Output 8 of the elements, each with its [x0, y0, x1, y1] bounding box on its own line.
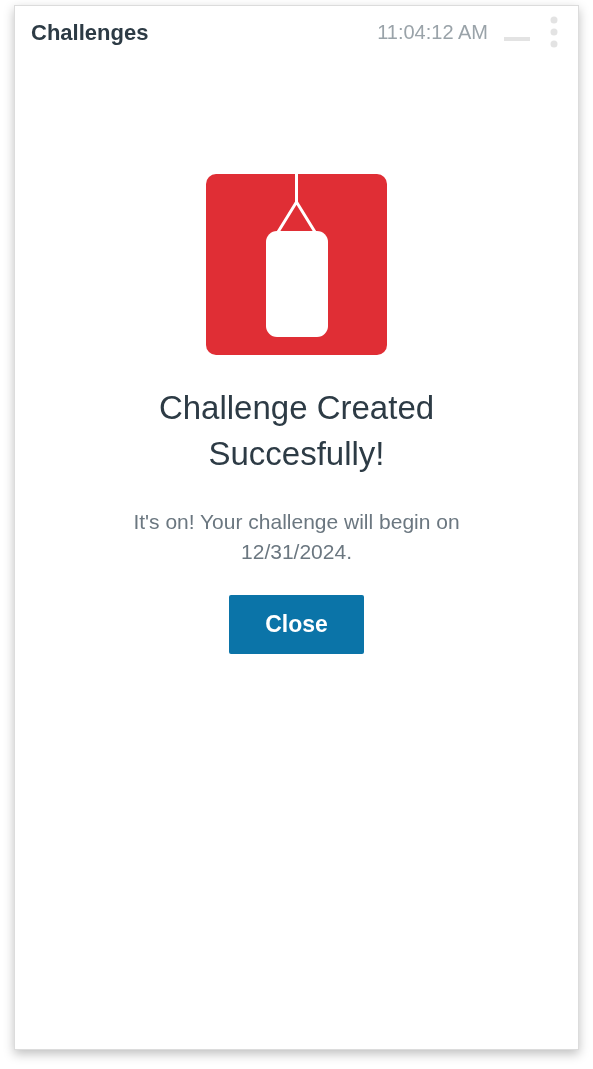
app-title: Challenges [31, 18, 149, 47]
minimize-icon[interactable] [504, 36, 530, 42]
close-button[interactable]: Close [229, 595, 364, 654]
clock-time: 11:04:12 AM [377, 20, 488, 45]
dialog-message: It's on! Your challenge will begin on 12/31/2024. [132, 509, 461, 565]
more-icon[interactable] [550, 16, 558, 48]
punching-bag-icon [206, 174, 387, 355]
dialog-title: Challenge Created Succesfully! [157, 388, 436, 474]
